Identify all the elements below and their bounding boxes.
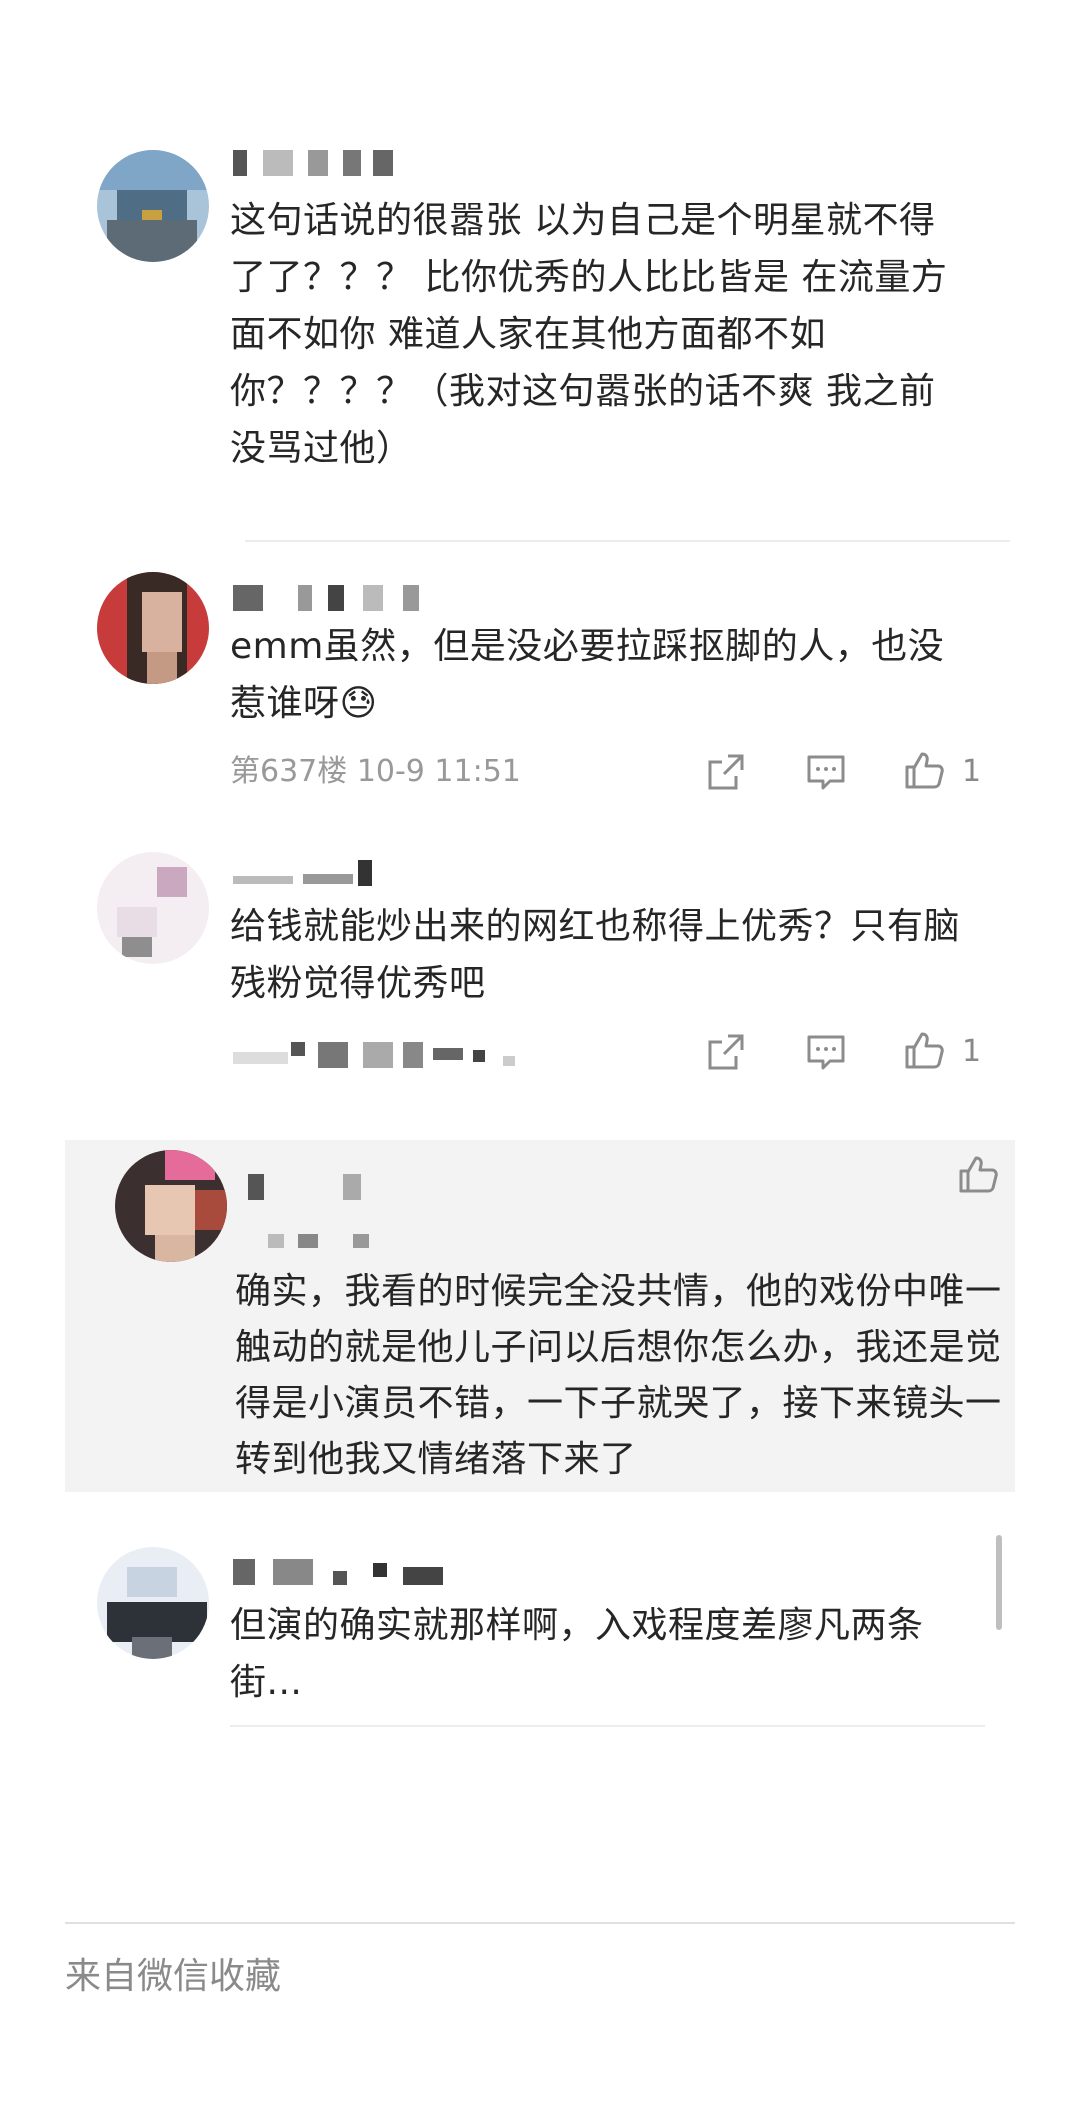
comment-text: 但演的确实就那样啊，入戏程度差廖凡两条街...: [230, 1605, 924, 1703]
comment-icon[interactable]: [806, 752, 846, 792]
comment-item: emm虽然，但是没必要拉踩抠脚的人，也没惹谁呀😓 第637楼 10-9 11:5…: [0, 570, 1080, 820]
footer-source: 来自微信收藏: [65, 1956, 282, 1997]
comment-text: 这句话说的很嚣张 以为自己是个明星就不得了了？？？ 比你优秀的人比比皆是 在流量…: [230, 200, 948, 469]
divider: [245, 540, 1010, 542]
username-blurred: [233, 1559, 453, 1589]
username-blurred: [233, 150, 393, 180]
avatar[interactable]: [115, 1150, 227, 1262]
scrollbar-thumb[interactable]: [996, 1535, 1002, 1630]
thumbs-up-icon[interactable]: [904, 750, 944, 790]
avatar[interactable]: [97, 572, 209, 684]
username-blurred: [233, 860, 383, 890]
thumbs-up-icon[interactable]: [958, 1154, 998, 1194]
share-icon[interactable]: [706, 1032, 746, 1072]
comment-item: 但演的确实就那样啊，入戏程度差廖凡两条街...: [0, 1545, 1080, 1725]
thumbs-up-icon[interactable]: [904, 1030, 944, 1070]
avatar[interactable]: [97, 1547, 209, 1659]
comment-item: 这句话说的很嚣张 以为自己是个明星就不得了了？？？ 比你优秀的人比比皆是 在流量…: [0, 140, 1080, 540]
avatar[interactable]: [97, 150, 209, 262]
username-blurred: [248, 1174, 368, 1204]
comment-text: 给钱就能炒出来的网红也称得上优秀？只有脑残粉觉得优秀吧: [230, 906, 961, 1004]
comment-icon[interactable]: [806, 1032, 846, 1072]
reply-text: 确实，我看的时候完全没共情，他的戏份中唯一触动的就是他儿子问以后想你怎么办，我还…: [235, 1271, 1002, 1480]
like-count: 1: [962, 754, 982, 789]
username-blurred: [233, 585, 433, 615]
comment-meta: 第637楼 10-9 11:51: [230, 752, 521, 792]
like-count: 1: [962, 1034, 982, 1069]
timestamp: 10-9 11:51: [356, 754, 521, 789]
floor-number: 第637楼: [230, 754, 348, 789]
avatar[interactable]: [97, 852, 209, 964]
share-icon[interactable]: [706, 752, 746, 792]
meta-blurred: [233, 1042, 523, 1072]
highlighted-reply: 确实，我看的时候完全没共情，他的戏份中唯一触动的就是他儿子问以后想你怎么办，我还…: [65, 1140, 1015, 1492]
footer-divider: [65, 1922, 1015, 1924]
meta-blurred: [268, 1228, 378, 1258]
comment-item: 给钱就能炒出来的网红也称得上优秀？只有脑残粉觉得优秀吧 1: [0, 850, 1080, 1100]
divider: [230, 1725, 985, 1727]
comment-text: emm虽然，但是没必要拉踩抠脚的人，也没惹谁呀😓: [230, 626, 945, 724]
